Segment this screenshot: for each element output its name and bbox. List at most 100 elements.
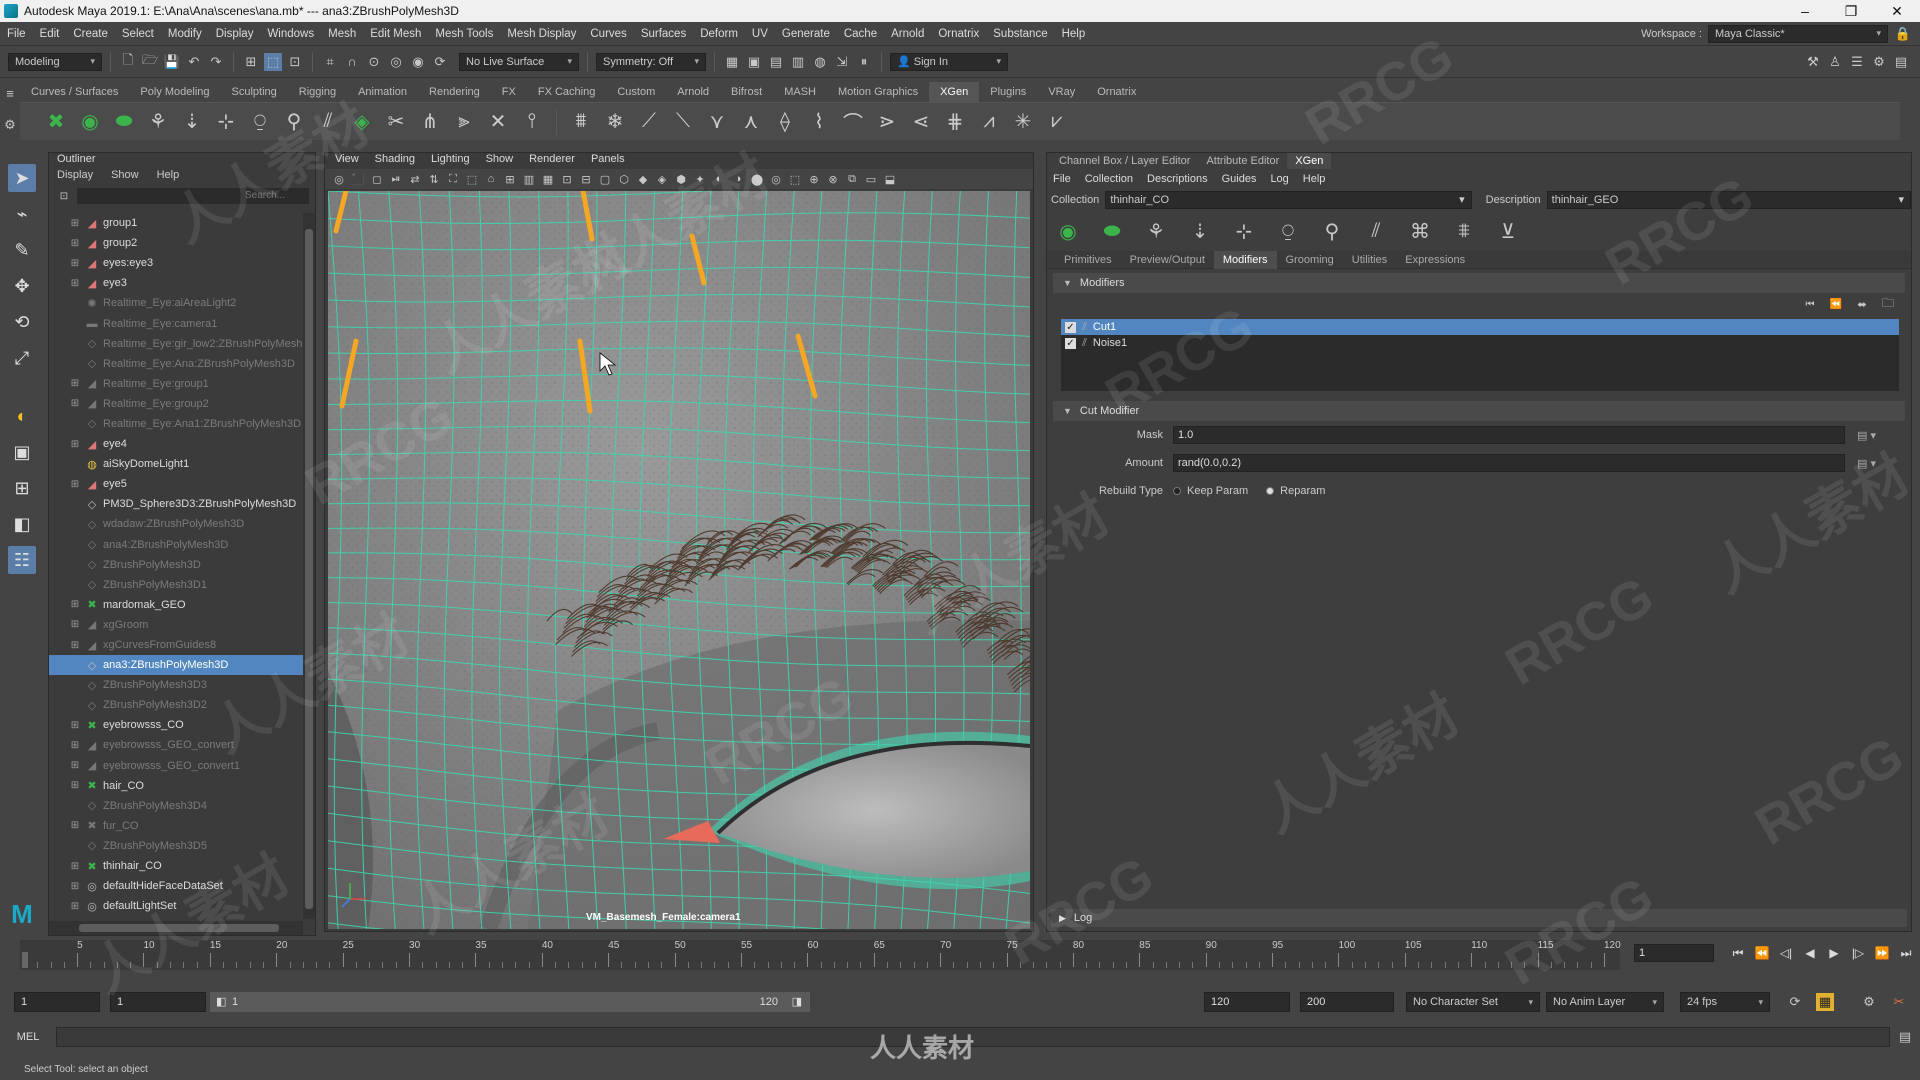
outliner-item[interactable]: ⊞◇wdadaw:ZBrushPolyMesh3D	[49, 514, 303, 534]
snap-point-icon[interactable]: ⊙	[365, 53, 383, 71]
viewport-menu-view[interactable]: View	[335, 153, 359, 169]
xgen-menu-log[interactable]: Log	[1270, 173, 1288, 185]
panel-tab-attribute-editor[interactable]: Attribute Editor	[1198, 153, 1287, 169]
select-guide-icon[interactable]: ⩘	[975, 107, 1003, 137]
outliner-item[interactable]: ⊞ ◢ eye5	[49, 474, 303, 494]
expand-icon[interactable]: ⊞	[69, 258, 81, 269]
menu-mesh-tools[interactable]: Mesh Tools	[428, 28, 500, 40]
outliner-item[interactable]: ⊞ ✖ thinhair_CO	[49, 856, 303, 876]
persp-outliner-layout-icon[interactable]: ◧	[8, 510, 36, 538]
freeze-tool-icon[interactable]: ❄	[601, 107, 629, 137]
xgen-tab-grooming[interactable]: Grooming	[1277, 251, 1343, 269]
menu-modify[interactable]: Modify	[161, 28, 209, 40]
expand-icon[interactable]: ⊞	[69, 479, 81, 490]
outliner-menu-show[interactable]: Show	[111, 169, 139, 187]
outliner-item[interactable]: ⊞ ◢ group2	[49, 233, 303, 253]
menu-generate[interactable]: Generate	[775, 28, 837, 40]
outliner-item[interactable]: ⊞ ◢ eyebrowsss_GEO_convert1	[49, 756, 303, 776]
twist-tool-icon[interactable]: ⟠	[771, 107, 799, 137]
two-sided-icon[interactable]: ⬚	[787, 171, 803, 187]
guide-tangent-icon[interactable]: ⫽	[314, 107, 342, 137]
expand-icon[interactable]: ⊞	[69, 599, 81, 610]
outliner-item[interactable]: ⊞ ✖ eyebrowsss_CO	[49, 715, 303, 735]
expand-icon[interactable]: ⊞	[69, 720, 81, 731]
snap-surface-icon[interactable]: ◉	[409, 53, 427, 71]
clump-tool-icon[interactable]: ⋎	[703, 107, 731, 137]
depth-of-field-icon[interactable]: ✦	[692, 171, 708, 187]
backface-icon[interactable]: ⊕	[806, 171, 822, 187]
shelf-tab-rigging[interactable]: Rigging	[288, 82, 347, 102]
amount-expression-icon[interactable]: ▤ ▾	[1857, 457, 1876, 470]
shelf-tab-animation[interactable]: Animation	[347, 82, 418, 102]
comb-tool-icon[interactable]: ⫸	[450, 107, 478, 137]
shelf-menu-icon[interactable]: ≡	[1, 84, 19, 102]
menu-windows[interactable]: Windows	[260, 28, 321, 40]
snap-grid-icon[interactable]: ⌗	[321, 53, 339, 71]
outliner-item[interactable]: ⊞◇ZBrushPolyMesh3D4	[49, 796, 303, 816]
expand-icon[interactable]: ⊞	[69, 820, 81, 831]
single-perspective-layout-icon[interactable]: ▣	[8, 438, 36, 466]
modifier-item[interactable]: ✓ ⫽ Cut1	[1061, 319, 1899, 335]
expand-icon[interactable]: ⊞	[69, 760, 81, 771]
cut-tool-icon[interactable]: ✂	[382, 107, 410, 137]
film-gate-icon[interactable]: ⇅	[426, 171, 442, 187]
motion-blur-icon[interactable]: ◈	[654, 171, 670, 187]
isolate-select-icon[interactable]: ◐	[711, 171, 727, 187]
menu-create[interactable]: Create	[66, 28, 115, 40]
log-section-header[interactable]: ▶ Log	[1051, 909, 1907, 927]
go-to-end-icon[interactable]: ⏭	[1896, 946, 1916, 961]
panel-tab-channel-box-layer-editor[interactable]: Channel Box / Layer Editor	[1051, 153, 1198, 169]
menu-display[interactable]: Display	[209, 28, 261, 40]
outliner-item[interactable]: ⊞◇ZBrushPolyMesh3D2	[49, 695, 303, 715]
insert-cv-icon[interactable]: ⊹	[1231, 218, 1257, 244]
viewport-menu-panels[interactable]: Panels	[591, 153, 625, 169]
expand-icon[interactable]: ⊞	[69, 640, 81, 651]
auto-key-icon[interactable]: ▦	[1816, 993, 1834, 1011]
outliner-search-input[interactable]: Search...	[77, 188, 309, 204]
expand-icon[interactable]: ⊞	[69, 278, 81, 289]
image-plane-icon[interactable]: ⇄	[407, 171, 423, 187]
start-time-field[interactable]: 1	[14, 992, 100, 1012]
shelf-tab-mash[interactable]: MASH	[773, 82, 827, 102]
shelf-tab-ornatrix[interactable]: Ornatrix	[1086, 82, 1147, 102]
viewport-menu-renderer[interactable]: Renderer	[529, 153, 575, 169]
viewport-menu-shading[interactable]: Shading	[375, 153, 415, 169]
snap-rotate-icon[interactable]: ⟳	[431, 53, 449, 71]
anim-layer-dropdown[interactable]: No Anim Layer	[1546, 992, 1664, 1012]
bookmark-icon[interactable]: ⏯	[388, 171, 404, 187]
outliner-hscrollbar[interactable]	[49, 921, 303, 935]
lock-guide-icon[interactable]: ⚲	[280, 107, 308, 137]
lasso-tool-icon[interactable]: ⌁	[8, 200, 36, 228]
modeling-toolkit-icon[interactable]: ⚒	[1804, 53, 1822, 71]
fps-dropdown[interactable]: 24 fps	[1680, 992, 1770, 1012]
outliner-item[interactable]: ⊞◇Realtime_Eye:Ana:ZBrushPolyMesh3D	[49, 354, 303, 374]
loop-icon[interactable]: ⟳	[1786, 993, 1804, 1011]
create-description-icon[interactable]: ◉	[76, 107, 104, 137]
outliner-vscrollbar[interactable]	[303, 213, 315, 919]
menu-mesh[interactable]: Mesh	[321, 28, 363, 40]
outliner-item[interactable]: ⊞◇ZBrushPolyMesh3D1	[49, 575, 303, 595]
minimize-button[interactable]: –	[1782, 3, 1828, 20]
outliner-item[interactable]: ⊞ ◢ group1	[49, 213, 303, 233]
pause-render-icon[interactable]: ⏸	[855, 53, 873, 71]
open-scene-icon[interactable]: 🗁	[141, 52, 159, 71]
menu-edit[interactable]: Edit	[33, 28, 67, 40]
anti-aliasing-icon[interactable]: ⬢	[673, 171, 689, 187]
hypershade-icon[interactable]: ◍	[811, 53, 829, 71]
script-editor-icon[interactable]: ▤	[1890, 1028, 1920, 1046]
expand-icon[interactable]: ⊞	[69, 619, 81, 630]
default-material-icon[interactable]: ⊡	[559, 171, 575, 187]
part-tool-icon[interactable]: ⋏	[737, 107, 765, 137]
reparam-radio[interactable]: Reparam	[1266, 485, 1325, 497]
resolution-gate-icon[interactable]: ⛶	[445, 171, 461, 187]
step-back-key-icon[interactable]: ⏪	[1752, 946, 1772, 960]
menu-edit-mesh[interactable]: Edit Mesh	[363, 28, 428, 40]
move-guide-icon[interactable]: ⇣	[178, 107, 206, 137]
keep-param-radio[interactable]: Keep Param	[1173, 485, 1248, 497]
outliner-item[interactable]: ⊞ ◢ eye4	[49, 434, 303, 454]
shelf-tab-poly-modeling[interactable]: Poly Modeling	[129, 82, 220, 102]
sculpt-guide-icon[interactable]: ⍜	[246, 107, 274, 137]
outliner-item[interactable]: ⊞◇Realtime_Eye:Ana1:ZBrushPolyMesh3D	[49, 414, 303, 434]
camera-attributes-icon[interactable]: ◎	[331, 171, 347, 187]
xgen-menu-file[interactable]: File	[1053, 173, 1071, 185]
